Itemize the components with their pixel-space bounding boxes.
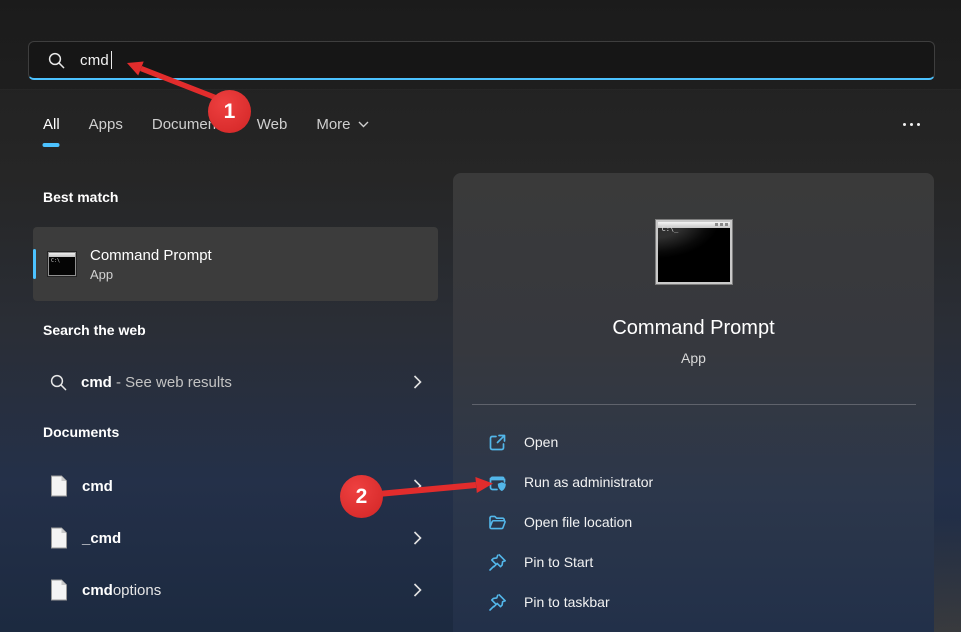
document-icon	[50, 475, 68, 497]
action-pin-to-start[interactable]: Pin to Start	[472, 542, 912, 582]
tab-apps[interactable]: Apps	[89, 116, 123, 147]
section-header-documents: Documents	[43, 424, 119, 440]
tab-web[interactable]: Web	[257, 116, 288, 147]
preview-subtitle: App	[453, 350, 934, 366]
folder-icon	[488, 513, 507, 532]
action-pin-to-taskbar[interactable]: Pin to taskbar	[472, 582, 912, 622]
preview-title: Command Prompt	[453, 317, 934, 340]
pin-icon	[488, 553, 507, 572]
search-icon	[50, 374, 67, 391]
result-subtitle: App	[90, 267, 212, 282]
chevron-right-icon	[413, 583, 422, 598]
chevron-down-icon	[358, 121, 369, 128]
ellipsis-icon	[903, 123, 906, 126]
divider	[472, 404, 916, 405]
text-caret	[111, 51, 112, 69]
tab-all[interactable]: All	[43, 116, 60, 147]
chevron-right-icon	[413, 531, 422, 546]
pin-icon	[488, 593, 507, 612]
document-row-cmdoptions[interactable]: cmdoptions	[33, 566, 438, 614]
search-input[interactable]: cmd	[28, 41, 935, 80]
section-header-web: Search the web	[43, 322, 146, 338]
section-header-best-match: Best match	[43, 189, 118, 205]
run-as-admin-shield-icon	[488, 473, 507, 492]
document-row-underscore-cmd[interactable]: _cmd	[33, 514, 438, 562]
result-title: Command Prompt	[90, 247, 212, 264]
annotation-step-2: 2	[340, 475, 383, 518]
result-command-prompt[interactable]: C:\ Command Prompt App	[33, 227, 438, 301]
action-run-as-administrator[interactable]: Run as administrator	[472, 462, 912, 502]
selection-accent-bar	[33, 249, 36, 279]
active-tab-indicator	[43, 143, 60, 147]
annotation-step-1: 1	[208, 90, 251, 133]
document-icon	[50, 527, 68, 549]
tab-more[interactable]: More	[316, 116, 368, 147]
document-icon	[50, 579, 68, 601]
chevron-right-icon	[413, 375, 422, 390]
open-external-icon	[488, 433, 507, 452]
windows-search-flyout: cmd All Apps Documents Web More Best mat…	[0, 0, 961, 632]
chevron-right-icon	[413, 479, 422, 494]
more-options-button[interactable]	[894, 112, 928, 136]
action-list: Open Run as administrator Open file loca…	[472, 422, 912, 622]
search-icon	[48, 52, 65, 69]
action-open[interactable]: Open	[472, 422, 912, 462]
search-query-text: cmd	[80, 52, 109, 69]
search-filter-tabs: All Apps Documents Web More	[43, 116, 369, 147]
action-open-file-location[interactable]: Open file location	[472, 502, 912, 542]
web-result-row[interactable]: cmd - See web results	[33, 359, 438, 405]
command-prompt-icon: C:\_	[656, 220, 732, 284]
command-prompt-icon: C:\	[48, 252, 76, 276]
preview-panel: C:\_ Command Prompt App Open Run as a	[453, 173, 934, 632]
